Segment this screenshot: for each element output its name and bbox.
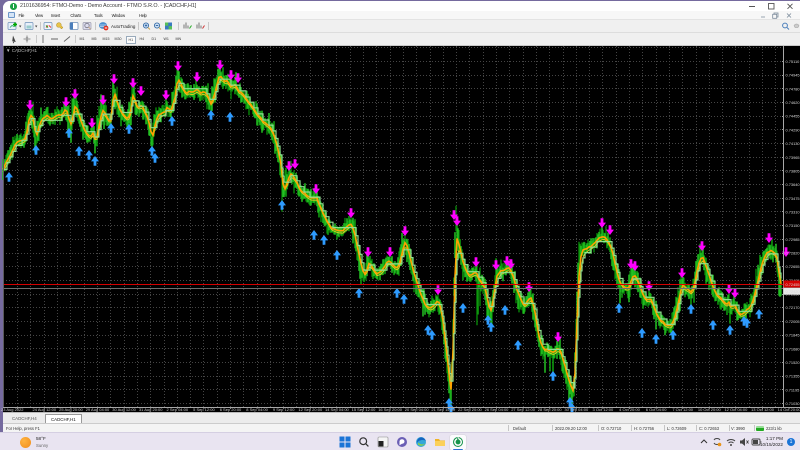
svg-text:0.71195: 0.71195 [786,387,800,392]
svg-text:0.72170: 0.72170 [786,305,800,310]
svg-text:23 Aug 2022: 23 Aug 2022 [1,407,24,412]
svg-text:0.75110: 0.75110 [786,59,800,64]
svg-text:0.74780: 0.74780 [786,86,800,91]
svg-text:0.72655: 0.72655 [786,264,800,269]
svg-text:0.72985: 0.72985 [786,237,800,242]
svg-text:21 Sep 12:00: 21 Sep 12:00 [431,407,456,412]
svg-text:12 Oct 04:00: 12 Oct 04:00 [724,407,748,412]
svg-text:0.71845: 0.71845 [786,333,800,338]
svg-text:30 Aug 12:00: 30 Aug 12:00 [112,407,136,412]
svg-text:0.73640: 0.73640 [786,182,800,187]
svg-text:7 Oct 12:00: 7 Oct 12:00 [672,407,693,412]
svg-text:0.73475: 0.73475 [786,196,800,201]
svg-text:0.74620: 0.74620 [786,100,800,105]
svg-text:6 Oct 04:00: 6 Oct 04:00 [646,407,667,412]
svg-text:24 Aug 12:00: 24 Aug 12:00 [33,407,57,412]
svg-text:25 Aug 20:00: 25 Aug 20:00 [59,407,83,412]
svg-text:8 Sep 04:00: 8 Sep 04:00 [246,407,268,412]
svg-text:16 Sep 20:00: 16 Sep 20:00 [378,407,403,412]
svg-text:3 Oct 12:00: 3 Oct 12:00 [593,407,614,412]
svg-text:9 Sep 12:00: 9 Sep 12:00 [273,407,295,412]
svg-text:4 Oct 20:00: 4 Oct 20:00 [619,407,640,412]
svg-text:0.73965: 0.73965 [786,155,800,160]
svg-text:AutoTrading: AutoTrading [111,24,136,29]
svg-text:0.71520: 0.71520 [786,360,800,365]
svg-text:27 Sep 12:00: 27 Sep 12:00 [511,407,536,412]
svg-text:0.74455: 0.74455 [786,114,800,119]
svg-text:0.74945: 0.74945 [786,73,800,78]
svg-text:31 Aug 20:00: 31 Aug 20:00 [139,407,163,412]
svg-text:2 Sep 04:00: 2 Sep 04:00 [167,407,189,412]
svg-text:0.73150: 0.73150 [786,223,800,228]
svg-text:12 Sep 20:00: 12 Sep 20:00 [298,407,323,412]
svg-text:▼ CADCHF,H1: ▼ CADCHF,H1 [6,48,37,53]
svg-text:14 Sep 04:00: 14 Sep 04:00 [325,407,350,412]
svg-text:5 Sep 12:00: 5 Sep 12:00 [193,407,215,412]
svg-text:30 Sep 04:00: 30 Sep 04:00 [564,407,589,412]
svg-text:0.72005: 0.72005 [786,319,800,324]
svg-text:26 Sep 04:00: 26 Sep 04:00 [485,407,510,412]
svg-text:0.74130: 0.74130 [786,141,800,146]
svg-text:0.74290: 0.74290 [786,127,800,132]
svg-text:0.72455: 0.72455 [786,282,800,287]
svg-text:22 Sep 20:00: 22 Sep 20:00 [458,407,483,412]
svg-text:0.71355: 0.71355 [786,374,800,379]
svg-text:10 Oct 20:00: 10 Oct 20:00 [698,407,722,412]
svg-text:28 Sep 20:00: 28 Sep 20:00 [538,407,563,412]
svg-text:0.72420: 0.72420 [786,289,800,294]
svg-text:14 Oct 20:00: 14 Oct 20:00 [778,407,800,412]
svg-text:0.71030: 0.71030 [786,401,800,406]
svg-text:0.72820: 0.72820 [786,251,800,256]
svg-text:13 Oct 12:00: 13 Oct 12:00 [751,407,775,412]
svg-text:0.71680: 0.71680 [786,346,800,351]
svg-text:0.73310: 0.73310 [786,210,800,215]
svg-text:0.73805: 0.73805 [786,168,800,173]
svg-text:15 Sep 12:00: 15 Sep 12:00 [352,407,377,412]
svg-text:6 Sep 20:00: 6 Sep 20:00 [220,407,242,412]
svg-text:29 Aug 04:00: 29 Aug 04:00 [86,407,110,412]
svg-text:20 Sep 04:00: 20 Sep 04:00 [405,407,430,412]
